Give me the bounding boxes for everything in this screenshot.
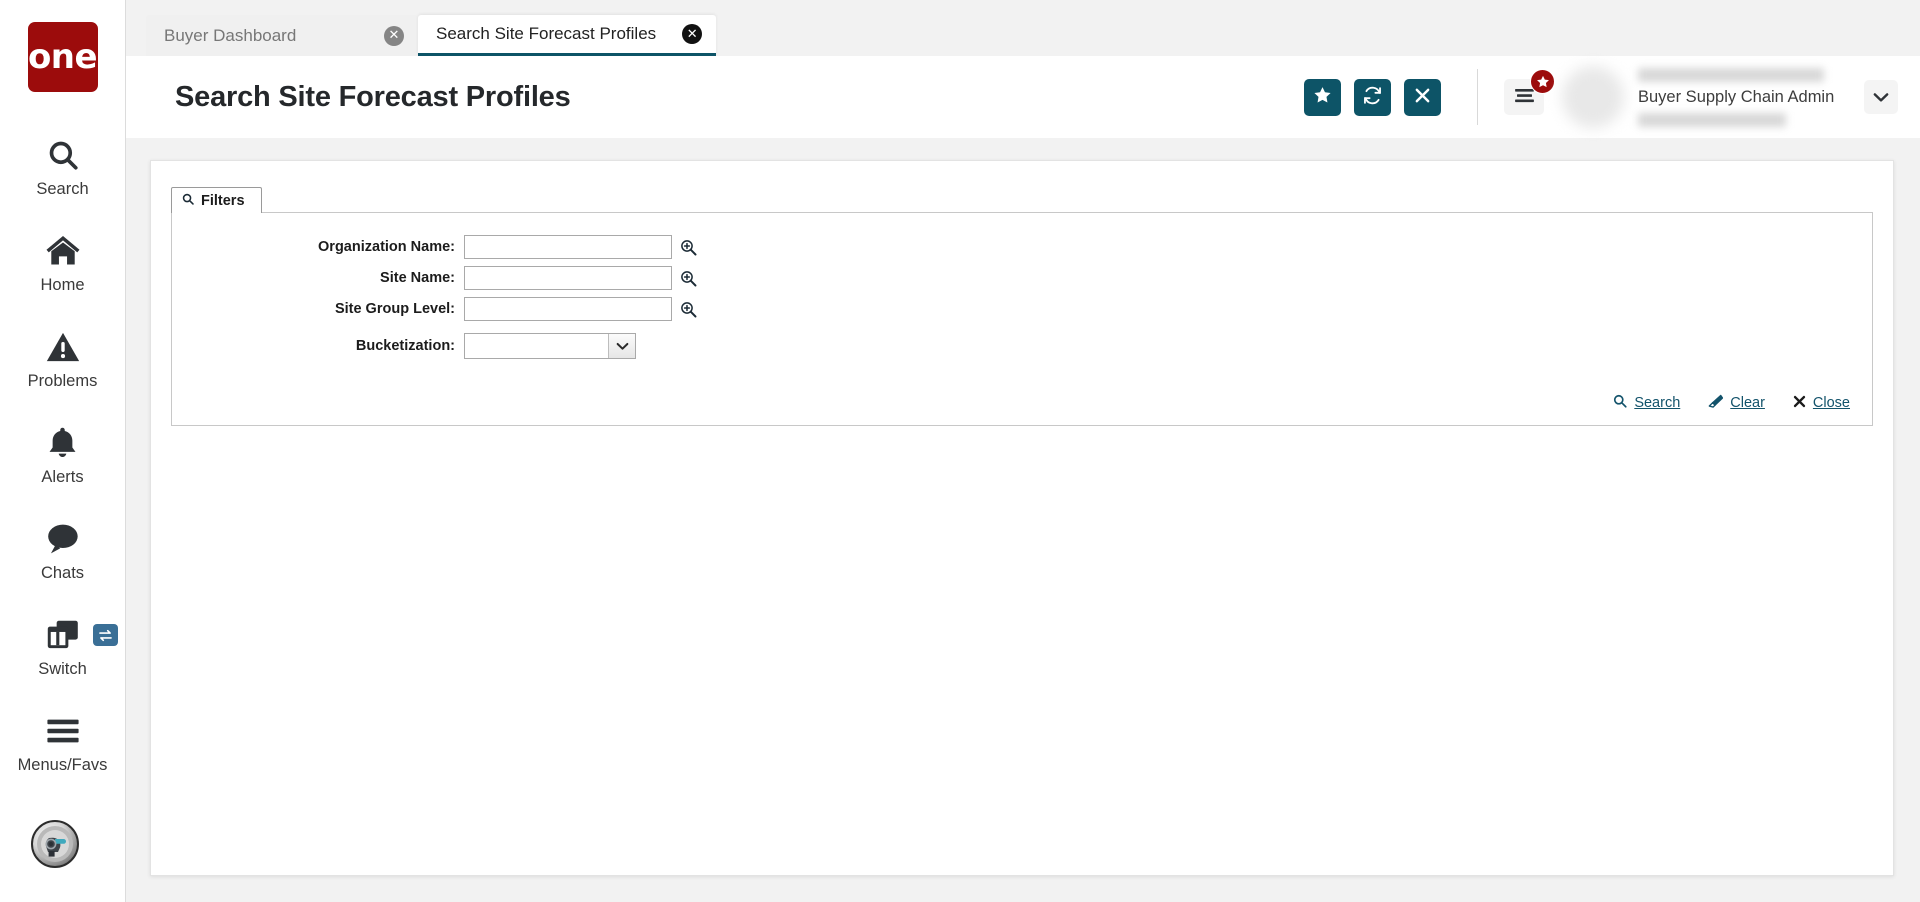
sidebar-item-chats[interactable]: Chats — [0, 502, 125, 598]
header-divider — [1477, 69, 1478, 125]
chat-bubble-icon — [45, 518, 80, 560]
avatar — [1562, 66, 1624, 128]
close-link-label: Close — [1812, 395, 1850, 411]
tab-bar: Buyer Dashboard ✕ Search Site Forecast P… — [126, 0, 1920, 56]
magnifier-plus-icon[interactable] — [680, 301, 697, 318]
bucketization-select[interactable] — [464, 333, 636, 359]
header-actions: Buyer Supply Chain Admin — [1291, 66, 1920, 128]
sidebar-item-label: Problems — [27, 371, 98, 390]
site-name-input[interactable] — [464, 266, 672, 290]
x-icon — [1793, 395, 1806, 412]
left-sidebar: one Search Home Problems Alerts Chats Sw… — [0, 0, 126, 902]
sidebar-item-label: Switch — [38, 659, 87, 678]
assistant-bot-avatar-icon[interactable] — [31, 820, 79, 868]
exchange-arrows-icon[interactable] — [93, 624, 118, 646]
organization-name-input[interactable] — [464, 235, 672, 259]
filter-actions: Search Clear Close — [172, 366, 1872, 425]
bell-icon — [47, 422, 78, 464]
sidebar-item-label: Chats — [40, 563, 85, 582]
sidebar-item-label: Menus/Favs — [17, 755, 108, 774]
tab-buyer-dashboard[interactable]: Buyer Dashboard ✕ — [146, 15, 418, 56]
close-circle-icon[interactable]: ✕ — [682, 24, 703, 44]
favorite-button[interactable] — [1304, 78, 1341, 116]
tab-label: Buyer Dashboard — [164, 25, 297, 45]
filter-label: Organization Name: — [318, 239, 455, 255]
sidebar-item-home[interactable]: Home — [0, 214, 125, 310]
site-group-level-input[interactable] — [464, 297, 672, 321]
main-menu-button[interactable] — [1504, 69, 1555, 115]
filter-label: Bucketization: — [355, 338, 455, 354]
chevron-down-icon[interactable] — [608, 334, 635, 358]
user-email-masked — [1638, 112, 1786, 127]
page-header: Search Site Forecast Profiles Buyer Supp… — [126, 56, 1920, 138]
sidebar-item-problems[interactable]: Problems — [0, 310, 125, 406]
close-button[interactable] — [1404, 78, 1441, 116]
warning-triangle-icon — [46, 326, 80, 368]
windows-switch-icon — [46, 614, 80, 656]
magnifier-plus-icon[interactable] — [680, 239, 697, 256]
tab-search-site-forecast-profiles[interactable]: Search Site Forecast Profiles ✕ — [418, 15, 717, 56]
home-icon — [45, 230, 81, 272]
x-icon — [1414, 87, 1431, 107]
close-link[interactable]: Close — [1793, 395, 1850, 412]
refresh-icon — [1362, 85, 1383, 109]
bucketization-value — [465, 334, 608, 358]
page-title: Search Site Forecast Profiles — [175, 80, 571, 113]
filter-row-organization-name: Organization Name: — [172, 235, 1872, 259]
app-logo[interactable]: one — [27, 22, 98, 92]
sidebar-item-search[interactable]: Search — [0, 118, 125, 214]
star-icon — [1313, 86, 1332, 108]
hamburger-icon — [1514, 88, 1535, 106]
sidebar-nav: Search Home Problems Alerts Chats Switch… — [0, 118, 125, 790]
search-link[interactable]: Search — [1613, 394, 1680, 412]
user-role: Buyer Supply Chain Admin — [1638, 87, 1835, 106]
app-logo-text: one — [27, 37, 98, 77]
tab-label: Search Site Forecast Profiles — [436, 24, 657, 43]
filters-body: Organization Name: Site Name: Site Group… — [171, 212, 1873, 426]
filters-tab-label: Filters — [201, 192, 245, 209]
sidebar-item-label: Home — [40, 275, 85, 294]
eraser-icon — [1708, 394, 1724, 412]
filter-label: Site Name: — [380, 270, 455, 286]
star-icon — [1530, 69, 1555, 94]
sidebar-item-menus-favs[interactable]: Menus/Favs — [0, 694, 125, 790]
hamburger-icon — [46, 710, 80, 752]
filters-tab[interactable]: Filters — [171, 187, 262, 213]
search-icon — [46, 134, 80, 176]
user-name-masked — [1638, 67, 1824, 82]
sidebar-item-switch[interactable]: Switch — [0, 598, 125, 694]
refresh-button[interactable] — [1354, 78, 1391, 116]
chevron-down-icon[interactable] — [1864, 80, 1898, 114]
search-icon — [1613, 394, 1627, 412]
content-card: Filters Organization Name: Site Name: Si… — [150, 160, 1894, 876]
user-info: Buyer Supply Chain Admin — [1638, 67, 1838, 127]
search-link-label: Search — [1634, 395, 1681, 411]
magnifier-plus-icon[interactable] — [680, 270, 697, 287]
clear-link[interactable]: Clear — [1708, 394, 1765, 412]
filters-panel: Filters Organization Name: Site Name: Si… — [171, 186, 1873, 426]
search-icon — [182, 193, 194, 209]
clear-link-label: Clear — [1730, 395, 1765, 411]
filter-row-site-group-level: Site Group Level: — [172, 297, 1872, 321]
filter-row-site-name: Site Name: — [172, 266, 1872, 290]
filter-label: Site Group Level: — [334, 301, 455, 317]
sidebar-item-alerts[interactable]: Alerts — [0, 406, 125, 502]
app-root: one Search Home Problems Alerts Chats Sw… — [0, 0, 1920, 902]
user-profile-menu[interactable]: Buyer Supply Chain Admin — [1562, 66, 1898, 128]
sidebar-item-label: Alerts — [41, 467, 84, 486]
close-circle-icon[interactable]: ✕ — [384, 25, 404, 46]
filter-row-bucketization: Bucketization: — [172, 333, 1872, 359]
sidebar-item-label: Search — [36, 179, 89, 198]
